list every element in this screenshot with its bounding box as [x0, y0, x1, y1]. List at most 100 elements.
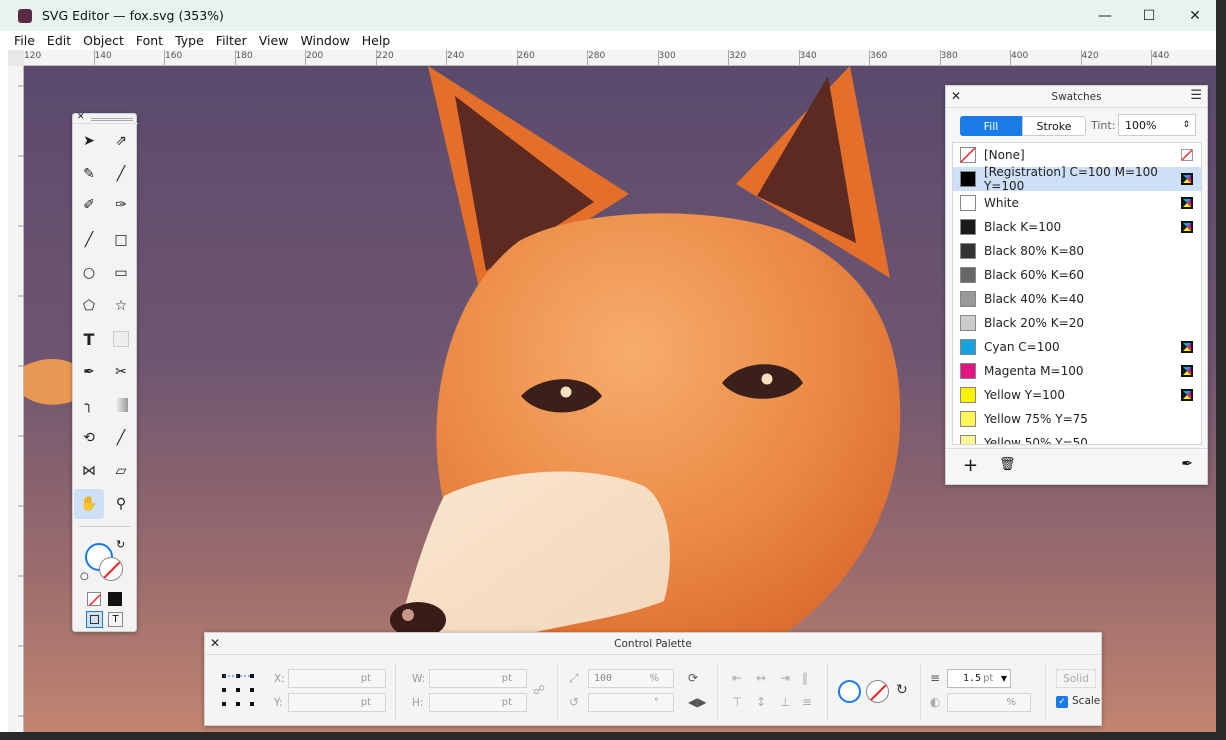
- stroke-weight-dropdown-icon[interactable]: ▼: [1001, 674, 1007, 683]
- format-container-button[interactable]: [86, 611, 103, 628]
- pencil-tool[interactable]: ✑: [106, 190, 136, 220]
- swatch-row[interactable]: Black 40% K=40: [953, 287, 1201, 311]
- tint-field[interactable]: 100% ⇕: [1118, 114, 1196, 136]
- x-field[interactable]: pt: [288, 669, 386, 688]
- ellipse-tool[interactable]: ○: [74, 258, 104, 288]
- distribute-horizontal-icon[interactable]: ‖: [802, 671, 808, 685]
- swap-colors-icon[interactable]: ↻: [896, 682, 908, 698]
- default-colors-icon[interactable]: ○: [80, 571, 89, 582]
- pen-tool[interactable]: ✎: [74, 159, 104, 189]
- swatches-panel-header[interactable]: ✕ Swatches ☰: [946, 86, 1207, 108]
- line-tool[interactable]: ╱: [74, 225, 104, 255]
- measure-tool[interactable]: ╮: [74, 390, 104, 420]
- direct-selection-tool[interactable]: ⇗: [106, 126, 136, 156]
- polygon-tool[interactable]: ⬠: [74, 291, 104, 321]
- align-left-icon[interactable]: ⇤: [732, 671, 742, 685]
- new-swatch-icon[interactable]: +: [963, 455, 978, 476]
- swap-fill-stroke-icon[interactable]: ↻: [116, 538, 125, 551]
- align-top-icon[interactable]: ⊤: [732, 695, 742, 709]
- scale-checkbox[interactable]: ✓: [1056, 696, 1068, 708]
- panel-menu-icon[interactable]: ☰: [1190, 88, 1202, 103]
- type-tool[interactable]: T: [74, 324, 104, 354]
- align-right-icon[interactable]: ⇥: [780, 671, 790, 685]
- h-field[interactable]: pt: [429, 693, 527, 712]
- fill-tab[interactable]: Fill: [960, 116, 1022, 136]
- line-pen-tool[interactable]: ╱: [106, 159, 136, 189]
- swatch-row[interactable]: Yellow 75% Y=75: [953, 407, 1201, 431]
- delete-swatch-icon[interactable]: 🗑: [999, 457, 1016, 472]
- control-fill-swatch[interactable]: [838, 680, 861, 703]
- lasso-tool[interactable]: ⟲: [74, 423, 104, 453]
- rounded-rect-tool[interactable]: ▭: [106, 258, 136, 288]
- swatch-row[interactable]: Black K=100: [953, 215, 1201, 239]
- y-field[interactable]: pt: [288, 693, 386, 712]
- stroke-color-swatch[interactable]: [99, 557, 123, 581]
- star-tool[interactable]: ☆: [106, 291, 136, 321]
- gradient-tool[interactable]: [106, 390, 136, 420]
- horizontal-ruler[interactable]: 120 140 160 180 200 220 240 260 280 300 320 340 360 3…: [24, 50, 1216, 66]
- minimize-button[interactable]: —: [1082, 0, 1128, 31]
- menu-type[interactable]: Type: [169, 33, 210, 48]
- close-swatches-icon[interactable]: ✕: [951, 89, 961, 103]
- menu-help[interactable]: Help: [356, 33, 397, 48]
- align-center-vertical-icon[interactable]: ↕: [756, 695, 766, 709]
- align-bottom-icon[interactable]: ⊥: [780, 695, 790, 709]
- apply-color-button[interactable]: [108, 592, 122, 606]
- close-tools-icon[interactable]: ✕: [77, 112, 85, 122]
- swatch-row[interactable]: Black 20% K=20: [953, 311, 1201, 335]
- w-field[interactable]: pt: [429, 669, 527, 688]
- knife-tool[interactable]: ╱: [106, 423, 136, 453]
- swatch-row[interactable]: Yellow Y=100: [953, 383, 1201, 407]
- shear-tool[interactable]: ▱: [106, 456, 136, 486]
- reflect-tool[interactable]: ⋈: [74, 456, 104, 486]
- h-unit: pt: [501, 697, 512, 708]
- swatch-eyedropper-icon[interactable]: ✒: [1181, 456, 1193, 472]
- constrain-proportions-icon[interactable]: ☍: [533, 683, 545, 697]
- close-control-palette-icon[interactable]: ✕: [210, 636, 220, 650]
- scissors-tool[interactable]: ✂: [106, 357, 136, 387]
- rotate-90-icon[interactable]: ⟳: [688, 671, 698, 685]
- vertical-ruler[interactable]: [8, 66, 24, 732]
- zoom-tool[interactable]: ⚲: [106, 489, 136, 519]
- swatch-row[interactable]: Black 60% K=60: [953, 263, 1201, 287]
- maximize-button[interactable]: ☐: [1126, 0, 1172, 31]
- control-palette-header[interactable]: ✕ Control Palette: [205, 633, 1101, 655]
- swatch-row[interactable]: Yellow 50% Y=50: [953, 431, 1201, 444]
- eyedropper-tool[interactable]: ✒: [74, 357, 104, 387]
- swatch-row[interactable]: White: [953, 191, 1201, 215]
- hand-tool[interactable]: ✋: [74, 489, 104, 519]
- rotation-angle-field[interactable]: °: [588, 693, 674, 712]
- format-text-button[interactable]: T: [108, 612, 123, 627]
- close-window-button[interactable]: ✕: [1172, 0, 1216, 31]
- selection-tool[interactable]: ➤: [74, 126, 104, 156]
- align-center-horizontal-icon[interactable]: ↔: [756, 671, 766, 685]
- menu-file[interactable]: File: [8, 33, 41, 48]
- menu-edit[interactable]: Edit: [41, 33, 77, 48]
- swatch-row[interactable]: [None]: [953, 143, 1201, 167]
- menu-window[interactable]: Window: [294, 33, 355, 48]
- swatch-row[interactable]: Magenta M=100: [953, 359, 1201, 383]
- menu-view[interactable]: View: [253, 33, 295, 48]
- menu-font[interactable]: Font: [130, 33, 169, 48]
- reference-point-icon[interactable]: [221, 673, 255, 707]
- apply-none-button[interactable]: [87, 592, 101, 606]
- swatch-row[interactable]: [Registration] C=100 M=100 Y=100: [953, 165, 1201, 193]
- scale-percent-field[interactable]: 100 %: [588, 669, 674, 688]
- swatch-list[interactable]: [None] [Registration] C=100 M=100 Y=100 Wh…: [952, 142, 1202, 445]
- swatch-row[interactable]: Black 80% K=80: [953, 239, 1201, 263]
- stroke-tab[interactable]: Stroke: [1022, 116, 1086, 136]
- menu-filter[interactable]: Filter: [210, 33, 253, 48]
- menu-object[interactable]: Object: [77, 33, 130, 48]
- opacity-field[interactable]: %: [947, 693, 1031, 712]
- swatch-row[interactable]: Cyan C=100: [953, 335, 1201, 359]
- stroke-style-dropdown[interactable]: Solid: [1056, 669, 1096, 688]
- rectangle-tool[interactable]: □: [106, 225, 136, 255]
- tint-stepper-icon[interactable]: ⇕: [1182, 120, 1190, 130]
- distribute-vertical-icon[interactable]: ≡: [802, 695, 812, 709]
- placeholder-tool[interactable]: [106, 324, 136, 354]
- flip-horizontal-icon[interactable]: ◀▶: [688, 695, 706, 709]
- stroke-weight-field[interactable]: 1.5 pt ▼: [947, 669, 1011, 688]
- control-stroke-swatch[interactable]: [866, 680, 889, 703]
- tools-palette-grip[interactable]: ✕: [73, 112, 138, 124]
- add-anchor-tool[interactable]: ✐: [74, 190, 104, 220]
